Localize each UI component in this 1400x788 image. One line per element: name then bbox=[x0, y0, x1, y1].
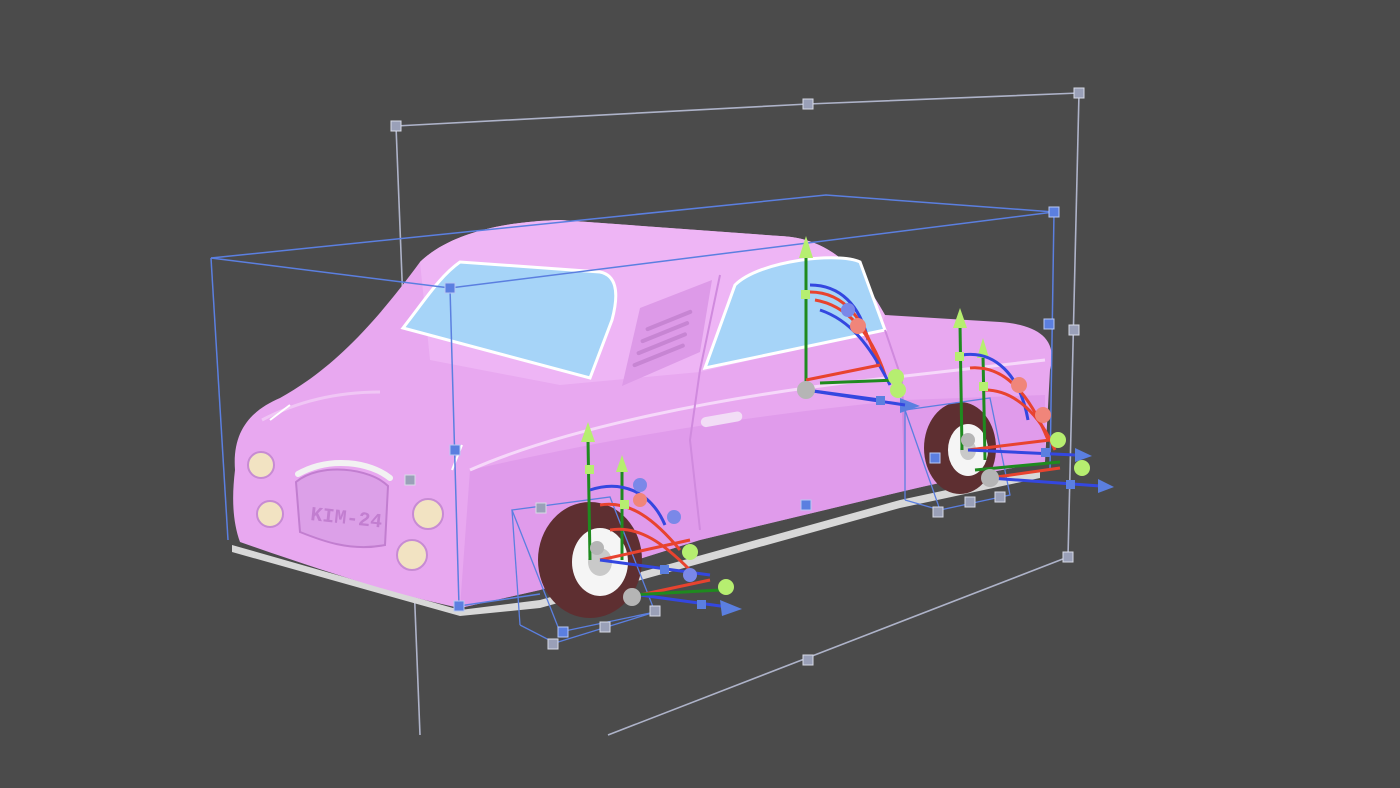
3d-viewport[interactable]: KIM-24 bbox=[0, 0, 1400, 788]
car-model[interactable]: KIM-24 bbox=[232, 220, 1052, 618]
scene-canvas[interactable]: KIM-24 bbox=[0, 0, 1400, 788]
